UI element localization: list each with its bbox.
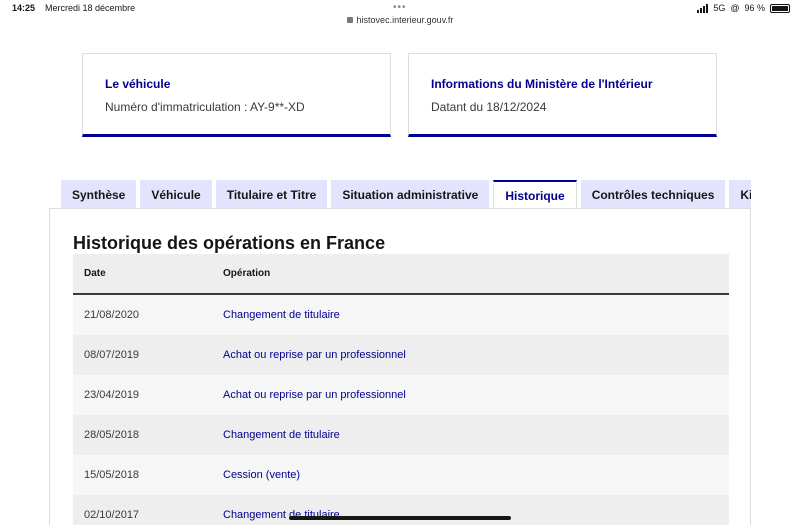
tab-kilometrage[interactable]: Kilo — [729, 180, 751, 209]
row-operation[interactable]: Achat ou reprise par un professionnel — [223, 349, 729, 361]
row-operation[interactable]: Cession (vente) — [223, 469, 729, 481]
column-header-date: Date — [84, 268, 106, 279]
data-date: Datant du 18/12/2024 — [431, 100, 547, 114]
url-text: histovec.interieur.gouv.fr — [356, 15, 454, 25]
tab-historique[interactable]: Historique — [493, 180, 577, 209]
registration-number: Numéro d'immatriculation : AY-9**-XD — [105, 100, 305, 114]
lock-icon — [346, 17, 353, 23]
vehicle-card: Le véhicule Numéro d'immatriculation : A… — [82, 53, 391, 137]
row-date: 08/07/2019 — [84, 349, 140, 361]
status-left: 14:25 Mercredi 18 décembre — [12, 3, 135, 13]
multitasking-dots-icon[interactable]: ••• — [393, 2, 407, 13]
signal-icon — [697, 3, 709, 13]
history-table: Date Opération 21/08/2020 Changement de … — [73, 254, 729, 525]
battery-percent: 96 % — [744, 3, 765, 13]
tab-titulaire[interactable]: Titulaire et Titre — [215, 180, 328, 209]
network-label: 5G — [713, 3, 726, 13]
tab-synthese[interactable]: Synthèse — [61, 180, 137, 209]
tab-situation-administrative[interactable]: Situation administrative — [331, 180, 490, 209]
table-row: 28/05/2018 Changement de titulaire — [73, 415, 729, 455]
table-row: 08/07/2019 Achat ou reprise par un profe… — [73, 335, 729, 375]
row-date: 23/04/2019 — [84, 389, 140, 401]
ministry-card: Informations du Ministère de l'Intérieur… — [408, 53, 717, 137]
table-header: Date Opération — [73, 254, 729, 295]
status-right: 5G @ 96 % — [697, 3, 790, 13]
row-date: 15/05/2018 — [84, 469, 140, 481]
row-date: 21/08/2020 — [84, 309, 140, 321]
column-header-operation: Opération — [223, 268, 271, 279]
status-date: Mercredi 18 décembre — [45, 3, 136, 13]
address-bar[interactable]: histovec.interieur.gouv.fr — [0, 15, 800, 25]
battery-icon — [770, 3, 790, 13]
row-date: 02/10/2017 — [84, 509, 140, 521]
ministry-card-title: Informations du Ministère de l'Intérieur — [431, 77, 653, 91]
tab-vehicule[interactable]: Véhicule — [140, 180, 212, 209]
table-row: 21/08/2020 Changement de titulaire — [73, 295, 729, 335]
status-bar: 14:25 Mercredi 18 décembre ••• histovec.… — [0, 0, 800, 30]
table-row: 02/10/2017 Changement de titulaire — [73, 495, 729, 525]
page-title: Historique des opérations en France — [73, 233, 386, 253]
table-row: 23/04/2019 Achat ou reprise par un profe… — [73, 375, 729, 415]
tab-controles-techniques[interactable]: Contrôles techniques — [580, 180, 726, 209]
row-operation[interactable]: Changement de titulaire — [223, 309, 729, 321]
table-row: 15/05/2018 Cession (vente) — [73, 455, 729, 495]
orientation-lock-icon: @ — [730, 3, 740, 13]
row-operation[interactable]: Achat ou reprise par un professionnel — [223, 389, 729, 401]
vehicle-card-title: Le véhicule — [105, 77, 171, 91]
status-time: 14:25 — [12, 3, 36, 13]
tab-bar: Synthèse Véhicule Titulaire et Titre Sit… — [61, 180, 751, 209]
history-panel: Historique des opérations en France Date… — [49, 208, 751, 525]
home-indicator[interactable] — [289, 516, 511, 520]
row-date: 28/05/2018 — [84, 429, 140, 441]
table-body: 21/08/2020 Changement de titulaire 08/07… — [73, 295, 729, 525]
row-operation[interactable]: Changement de titulaire — [223, 429, 729, 441]
